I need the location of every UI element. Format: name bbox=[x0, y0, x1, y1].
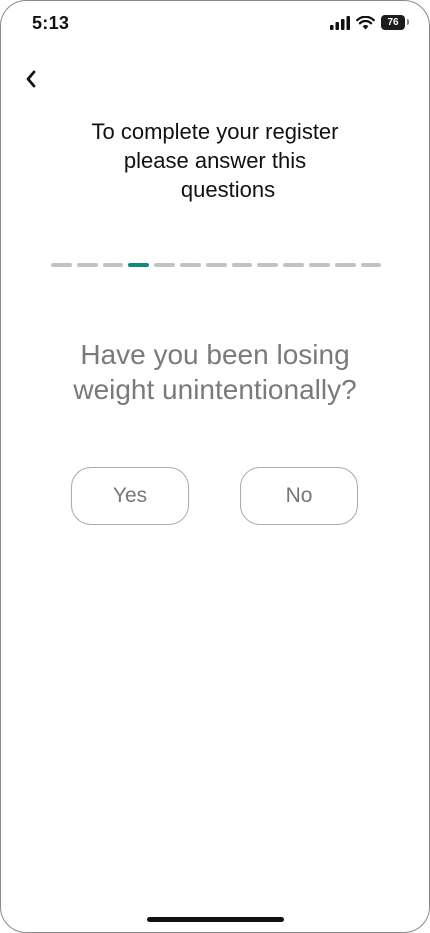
question-text: Have you been losing weight unintentiona… bbox=[21, 337, 409, 407]
progress-segment bbox=[257, 263, 279, 267]
progress-segment bbox=[334, 263, 356, 267]
home-indicator bbox=[147, 917, 284, 922]
chevron-left-icon bbox=[26, 70, 36, 88]
progress-segment bbox=[283, 263, 304, 267]
progress-segment bbox=[360, 263, 382, 267]
wifi-icon bbox=[356, 15, 375, 29]
progress-segment bbox=[76, 263, 98, 267]
progress-segment bbox=[102, 263, 124, 267]
battery-icon: 76 bbox=[381, 15, 409, 30]
title-line-1: To complete your register bbox=[91, 119, 339, 144]
phone-screen: 5:13 76 To complete your register please… bbox=[0, 0, 430, 933]
status-icons: 76 bbox=[330, 15, 409, 30]
title-line-3: questions bbox=[180, 177, 276, 202]
no-button[interactable]: No bbox=[240, 467, 358, 525]
answer-options: Yes No bbox=[71, 467, 358, 525]
progress-segment-active bbox=[128, 263, 150, 267]
question-line-2: weight unintentionally? bbox=[73, 374, 357, 405]
status-time: 5:13 bbox=[32, 13, 70, 33]
cellular-signal-icon bbox=[330, 15, 350, 30]
progress-segment bbox=[308, 263, 330, 267]
progress-segment bbox=[205, 263, 227, 267]
back-button[interactable] bbox=[17, 63, 45, 95]
page-title: To complete your register please answer … bbox=[41, 117, 389, 204]
progress-segment bbox=[179, 263, 201, 267]
title-line-2: please answer this bbox=[123, 148, 307, 173]
yes-button[interactable]: Yes bbox=[71, 467, 189, 525]
progress-segment bbox=[231, 263, 253, 267]
progress-segment bbox=[154, 263, 175, 267]
question-line-1: Have you been losing bbox=[80, 339, 350, 370]
progress-segment bbox=[51, 263, 72, 267]
step-progress-bar bbox=[51, 263, 382, 267]
status-bar: 5:13 76 bbox=[1, 1, 429, 45]
